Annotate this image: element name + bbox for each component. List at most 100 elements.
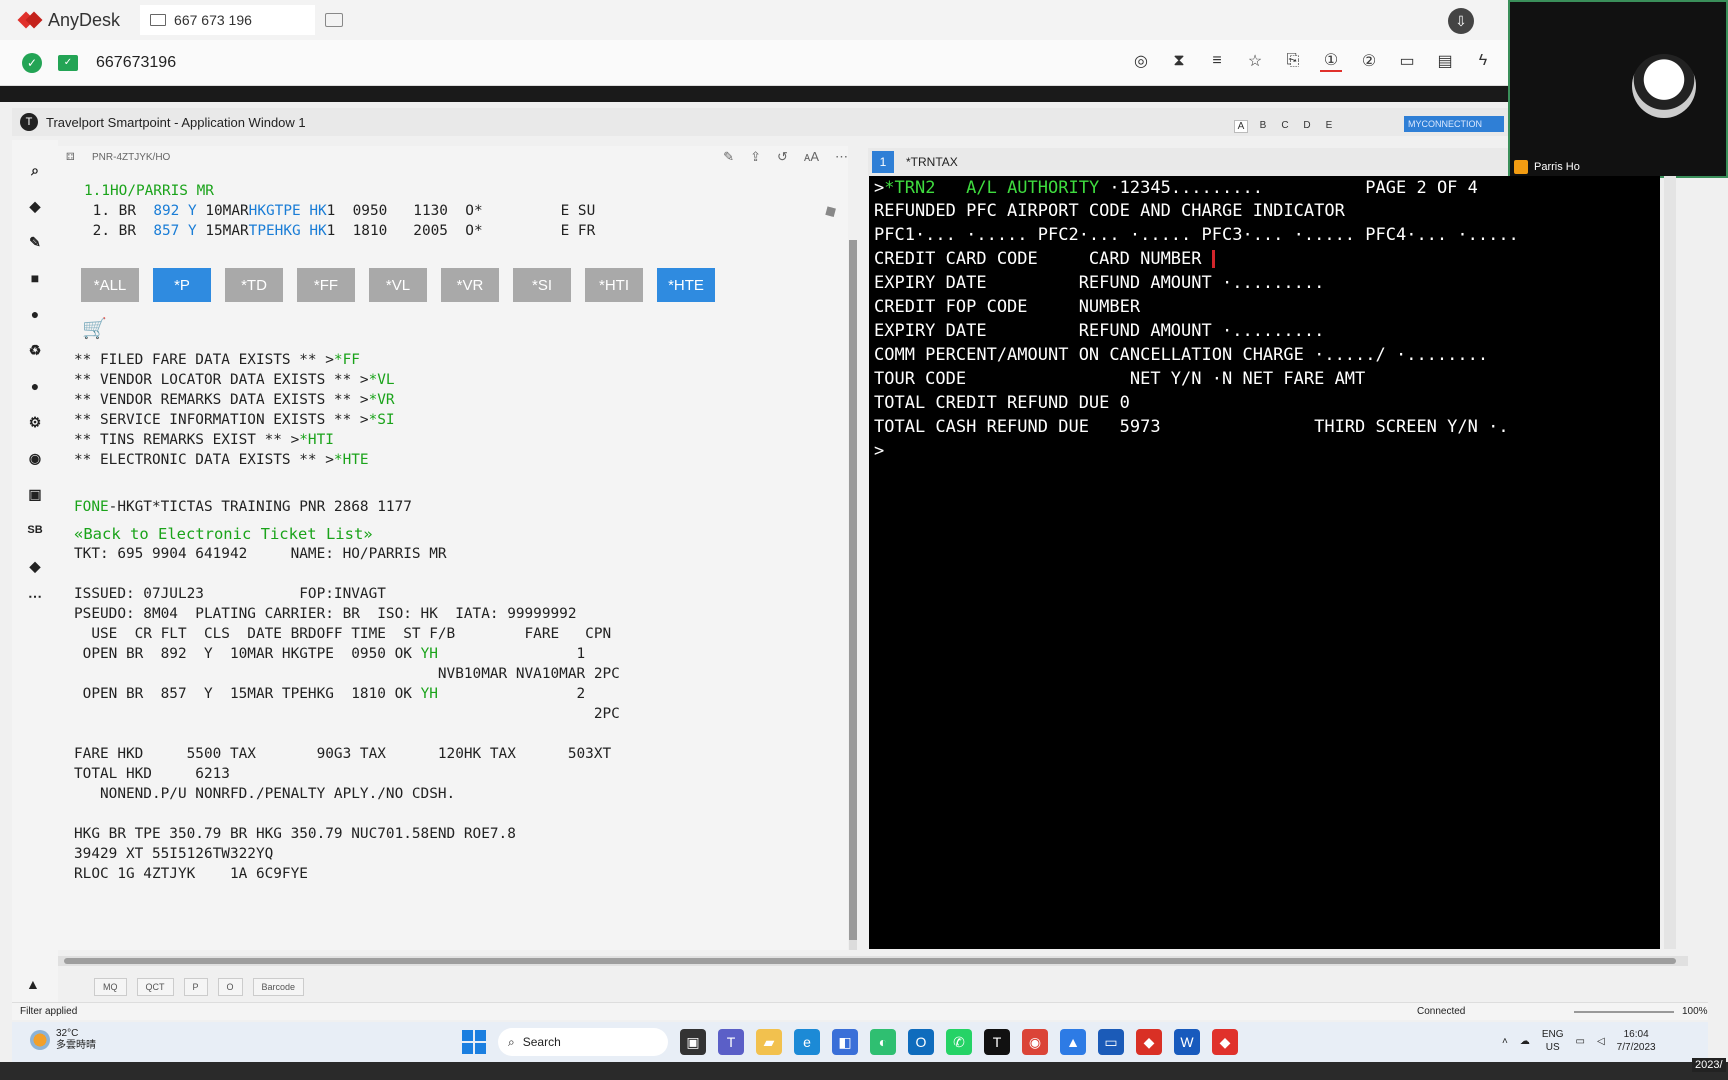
coupon-row-detail: 2PC xyxy=(74,706,620,722)
travelport-app-icon[interactable]: T xyxy=(984,1029,1010,1055)
file-explorer-icon[interactable]: ▰ xyxy=(756,1029,782,1055)
volume-icon[interactable]: ◁ xyxy=(1597,1036,1605,1047)
vr-button[interactable]: *VR xyxy=(441,268,499,302)
recycle-icon[interactable]: ♻ xyxy=(25,340,45,360)
chrome-icon[interactable]: ◉ xyxy=(1022,1029,1048,1055)
all-button[interactable]: *ALL xyxy=(81,268,139,302)
new-tab-icon[interactable] xyxy=(325,13,344,27)
window-tab-b[interactable]: B xyxy=(1256,120,1270,133)
pnr-scroll-thumb[interactable] xyxy=(849,240,857,940)
star-icon[interactable]: ☆ xyxy=(1244,50,1266,72)
word-icon[interactable]: W xyxy=(1174,1029,1200,1055)
whatsapp-icon[interactable]: ✆ xyxy=(946,1029,972,1055)
language-indicator[interactable]: ENG US xyxy=(1542,1028,1564,1054)
exists-line: ** TINS REMARKS EXIST ** >*HTI xyxy=(74,432,334,448)
terminal-screen[interactable]: >*TRN2 A/L AUTHORITY ·12345......... PAG… xyxy=(869,176,1660,949)
circle-icon[interactable]: ● xyxy=(25,304,45,324)
search-icon[interactable]: ⌕ xyxy=(25,160,45,180)
connection-dropdown[interactable]: MYCONNECTION xyxy=(1404,116,1504,132)
vl-button[interactable]: *VL xyxy=(369,268,427,302)
edit-tag-icon[interactable]: ◆ xyxy=(820,199,841,222)
window-tab-a[interactable]: A xyxy=(1234,120,1248,133)
participant-avatar xyxy=(1632,54,1696,118)
back-to-ticket-list-link[interactable]: «Back to Electronic Ticket List» xyxy=(74,524,373,544)
chat-app-icon[interactable]: ◐ xyxy=(870,1029,896,1055)
cloud-icon[interactable]: ☁ xyxy=(1520,1036,1530,1047)
zoom-slider[interactable] xyxy=(1574,1011,1674,1013)
anydesk-taskbar-icon[interactable]: ◆ xyxy=(1136,1029,1162,1055)
ff-button[interactable]: *FF xyxy=(297,268,355,302)
more-options-icon[interactable]: ⋯ xyxy=(835,149,848,165)
privacy-icon[interactable]: ◎ xyxy=(1130,50,1152,72)
weather-widget[interactable]: 32°C 多雲時晴 xyxy=(30,1028,96,1052)
ticket-icon[interactable]: ◆ xyxy=(25,556,45,576)
pencil-icon[interactable]: ✎ xyxy=(723,149,734,165)
tab-barcode[interactable]: Barcode xyxy=(252,978,305,996)
chat-icon[interactable]: ▤ xyxy=(1434,50,1456,72)
download-icon[interactable]: ⇩ xyxy=(1448,8,1474,34)
remote-monitor-icon[interactable]: ✓ xyxy=(58,54,78,71)
taskbar-search[interactable]: ⌕ Search xyxy=(498,1028,668,1056)
font-size-icon[interactable]: ᴀA xyxy=(804,149,819,165)
horizontal-scrollbar[interactable] xyxy=(58,956,1688,966)
window-tab-d[interactable]: D xyxy=(1300,120,1314,133)
cart-icon[interactable]: 🛒 xyxy=(82,316,107,341)
terminal-icon[interactable]: ▣ xyxy=(25,484,45,504)
tab-p[interactable]: P xyxy=(183,978,208,996)
file-transfer-icon[interactable]: ⎘ xyxy=(1282,50,1304,72)
tab-mq[interactable]: MQ xyxy=(94,978,127,996)
lightning-icon[interactable]: ϟ xyxy=(1472,50,1494,72)
hourglass-icon[interactable]: ⧗ xyxy=(1168,50,1190,72)
sb-icon[interactable]: SB xyxy=(25,520,45,540)
share-icon[interactable]: ⇪ xyxy=(750,149,761,165)
ff-link[interactable]: *FF xyxy=(334,352,360,368)
database-icon[interactable]: ≡ xyxy=(1206,50,1228,72)
vr-link[interactable]: *VR xyxy=(369,392,395,408)
display-icon[interactable]: ▭ xyxy=(1396,50,1418,72)
more-icon[interactable]: ⋯ xyxy=(25,586,45,606)
pnr-scrollbar[interactable] xyxy=(849,240,857,950)
monitor-1-icon[interactable]: ① xyxy=(1320,50,1342,72)
td-button[interactable]: *TD xyxy=(225,268,283,302)
si-link[interactable]: *SI xyxy=(369,412,395,428)
edge-icon[interactable]: e xyxy=(794,1029,820,1055)
tray-chevron-icon[interactable]: ˄ xyxy=(1502,1036,1508,1047)
anydesk-tools: ◎ ⧗ ≡ ☆ ⎘ ① ② ▭ ▤ ϟ xyxy=(1130,50,1494,72)
hte-link[interactable]: *HTE xyxy=(334,452,369,468)
history-icon[interactable]: ↺ xyxy=(777,149,788,165)
store-icon[interactable]: ◧ xyxy=(832,1029,858,1055)
tab-o[interactable]: O xyxy=(217,978,243,996)
square-icon[interactable]: ■ xyxy=(25,268,45,288)
terminal-tab-name[interactable]: *TRNTAX xyxy=(906,155,958,169)
window-tab-e[interactable]: E xyxy=(1322,120,1336,133)
hte-button[interactable]: *HTE xyxy=(657,268,715,302)
windows-start-icon[interactable] xyxy=(462,1030,486,1054)
task-view-icon[interactable]: ▣ xyxy=(680,1029,706,1055)
window-tab-c[interactable]: C xyxy=(1278,120,1292,133)
p-button[interactable]: *P xyxy=(153,268,211,302)
hti-link[interactable]: *HTI xyxy=(299,432,334,448)
vl-link[interactable]: *VL xyxy=(369,372,395,388)
home-icon[interactable]: ▲ xyxy=(26,976,40,992)
anydesk-session-tab[interactable]: 667 673 196 xyxy=(140,5,316,35)
segment-row: 1. BR 892 Y 10MARHKGTPE HK1 0950 1130 O*… xyxy=(84,203,596,219)
terminal-scrollbar[interactable] xyxy=(1664,176,1676,949)
horizontal-scroll-thumb[interactable] xyxy=(64,958,1676,964)
globe-icon[interactable]: ◉ xyxy=(25,448,45,468)
clock[interactable]: 16:04 7/7/2023 xyxy=(1617,1028,1656,1054)
help-icon[interactable]: ● xyxy=(25,376,45,396)
tab-qct[interactable]: QCT xyxy=(136,978,174,996)
photos-icon[interactable]: ▲ xyxy=(1060,1029,1086,1055)
tag-icon[interactable]: ◆ xyxy=(25,196,45,216)
outlook-icon[interactable]: O xyxy=(908,1029,934,1055)
hti-button[interactable]: *HTI xyxy=(585,268,643,302)
network-icon[interactable]: ▭ xyxy=(1576,1036,1585,1047)
wrench-icon[interactable]: ✎ xyxy=(25,232,45,252)
teams-icon[interactable]: T xyxy=(718,1029,744,1055)
terminal-tab-number[interactable]: 1 xyxy=(872,151,894,173)
settings-icon[interactable]: ⚙ xyxy=(25,412,45,432)
monitor-2-icon[interactable]: ② xyxy=(1358,50,1380,72)
anydesk-alt-icon[interactable]: ◆ xyxy=(1212,1029,1238,1055)
remote-app-icon[interactable]: ▭ xyxy=(1098,1029,1124,1055)
si-button[interactable]: *SI xyxy=(513,268,571,302)
